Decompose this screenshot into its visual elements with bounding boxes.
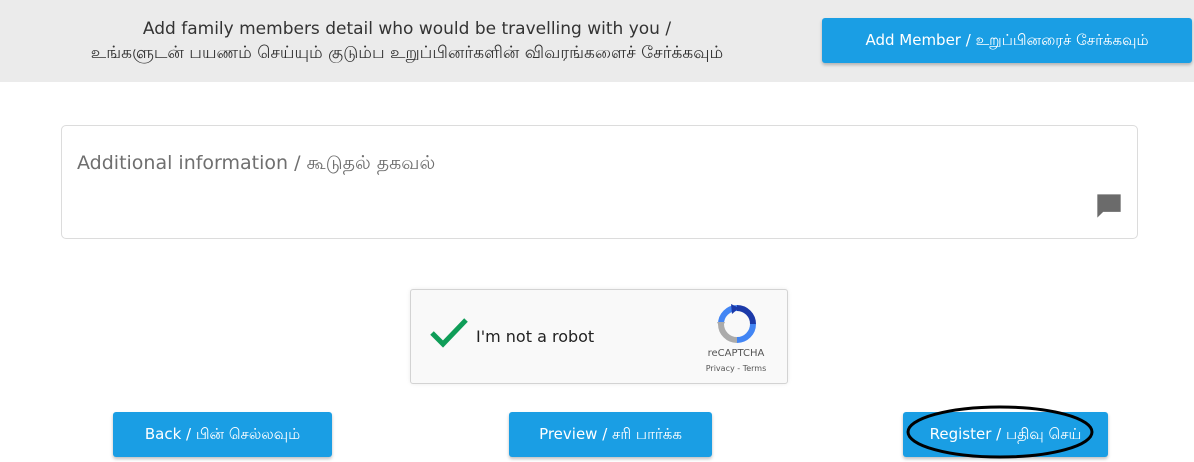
- banner-message: Add family members detail who would be t…: [12, 17, 802, 65]
- preview-button[interactable]: Preview / சரி பார்க்க: [509, 412, 712, 457]
- links-separator: -: [734, 364, 743, 373]
- recaptcha-logo-icon: [717, 304, 756, 343]
- privacy-link[interactable]: Privacy: [706, 364, 735, 373]
- terms-link[interactable]: Terms: [743, 364, 767, 373]
- add-member-button[interactable]: Add Member / உறுப்பினரைச் சேர்க்கவும்: [822, 18, 1192, 63]
- recaptcha-widget: I'm not a robot reCAPTCHA Privacy - Term…: [410, 289, 788, 384]
- checkmark-icon[interactable]: [429, 316, 469, 350]
- recaptcha-brand: reCAPTCHA: [707, 348, 765, 359]
- family-members-banner: Add family members detail who would be t…: [0, 0, 1194, 82]
- captcha-label: I'm not a robot: [476, 327, 595, 346]
- comment-icon: [1097, 194, 1121, 218]
- banner-text-tamil: உங்களுடன் பயணம் செய்யும் குடும்ப உறுப்பி…: [90, 43, 724, 63]
- banner-text-english: Add family members detail who would be t…: [142, 19, 672, 39]
- highlight-ellipse-annotation: [906, 405, 1094, 459]
- additional-information-textarea[interactable]: Additional information / கூடுதல் தகவல்: [61, 125, 1138, 239]
- additional-information-placeholder: Additional information / கூடுதல் தகவல்: [77, 152, 436, 174]
- recaptcha-links: Privacy - Terms: [691, 364, 781, 373]
- back-button[interactable]: Back / பின் செல்லவும்: [113, 412, 332, 457]
